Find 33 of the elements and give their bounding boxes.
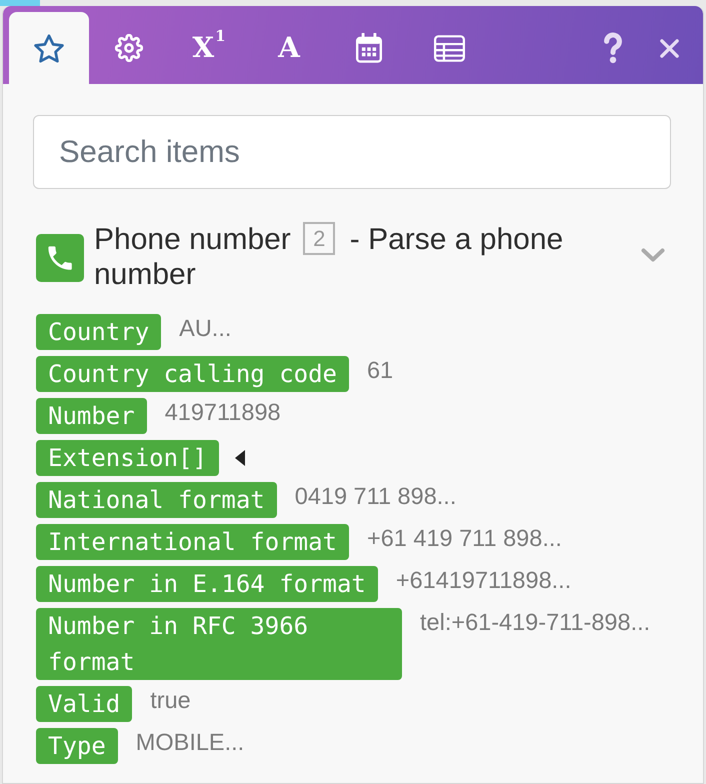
favorites-tab[interactable] [9,12,89,84]
field-label[interactable]: Number in E.164 format [36,566,378,602]
field-label[interactable]: National format [36,482,277,518]
field-label[interactable]: Extension[] [36,440,219,476]
close-icon[interactable] [660,38,678,58]
help-icon[interactable] [603,32,623,64]
field-value: MOBILE... [136,728,244,756]
gear-icon [115,34,143,62]
search-field[interactable]: Search items [33,115,671,189]
field-label[interactable]: Type [36,728,118,764]
text-tab[interactable]: A [249,12,329,84]
field-label[interactable]: International format [36,524,349,560]
star-icon [34,34,64,62]
field-label[interactable]: Country [36,314,162,350]
field-value: 61 [366,356,394,384]
calendar-icon [356,33,382,63]
phone-icon [36,234,84,282]
field-value: 419711898 [164,398,281,426]
table-icon [434,34,464,62]
background-block [0,0,40,6]
math-tab[interactable]: X$^{1}$ [169,12,249,84]
caret-left-icon[interactable] [234,450,245,466]
field-value: true [150,686,191,714]
field-label[interactable]: Number [36,398,147,434]
field-label[interactable]: Valid [36,686,132,722]
field-value: tel:+61-419-711-898... [420,608,650,636]
field-label[interactable]: Country calling code [36,356,349,392]
module-title: Phone number 2 - Parse a phone number [94,222,564,292]
field-value: 0419 711 898... [294,482,456,510]
field-label[interactable]: Number in RFC 3966 format [36,608,402,680]
field-value: +61 419 711 898... [366,524,562,552]
field-value: +61419711898... [396,566,572,594]
field-value: AU... [179,314,232,342]
